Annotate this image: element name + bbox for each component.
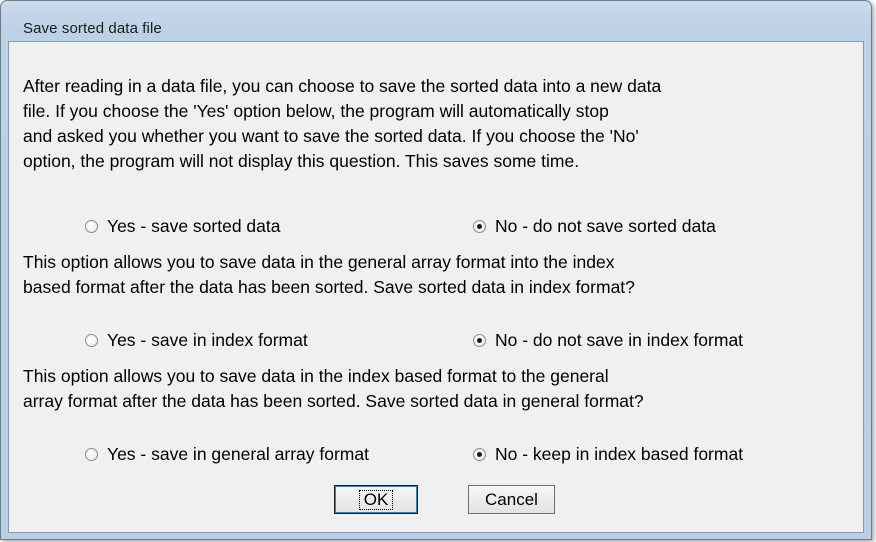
save-sorted-no-radio[interactable] [473,220,486,233]
title-bar[interactable]: Save sorted data file [1,1,871,41]
general-format-no-label: No - keep in index based format [495,444,744,464]
general-format-yes-label: Yes - save in general array format [107,444,369,464]
dialog-title: Save sorted data file [23,20,162,37]
general-format-description: This option allows you to save data in t… [23,366,644,411]
index-format-description: This option allows you to save data in t… [23,252,635,297]
index-format-no-radio[interactable] [473,334,486,347]
index-format-yes-option[interactable]: Yes - save in index format [85,330,308,351]
cancel-button-label: Cancel [485,489,538,509]
index-format-yes-radio[interactable] [85,334,98,347]
save-sorted-description: After reading in a data file, you can ch… [23,76,662,171]
save-sorted-no-label: No - do not save sorted data [495,216,716,236]
dialog-window: Save sorted data file After reading in a… [0,0,872,540]
save-sorted-yes-option[interactable]: Yes - save sorted data [85,216,281,237]
general-format-yes-option[interactable]: Yes - save in general array format [85,444,369,465]
save-sorted-no-option[interactable]: No - do not save sorted data [473,216,716,237]
save-sorted-yes-radio[interactable] [85,220,98,233]
index-format-yes-label: Yes - save in index format [107,330,308,350]
general-format-yes-radio[interactable] [85,448,98,461]
cancel-button[interactable]: Cancel [468,485,555,514]
index-format-no-option[interactable]: No - do not save in index format [473,330,743,351]
save-sorted-yes-label: Yes - save sorted data [107,216,281,236]
index-format-no-label: No - do not save in index format [495,330,744,350]
general-format-no-option[interactable]: No - keep in index based format [473,444,743,465]
ok-button-label: OK [358,489,394,510]
dialog-body: After reading in a data file, you can ch… [8,41,864,533]
ok-button[interactable]: OK [334,485,418,514]
general-format-no-radio[interactable] [473,448,486,461]
